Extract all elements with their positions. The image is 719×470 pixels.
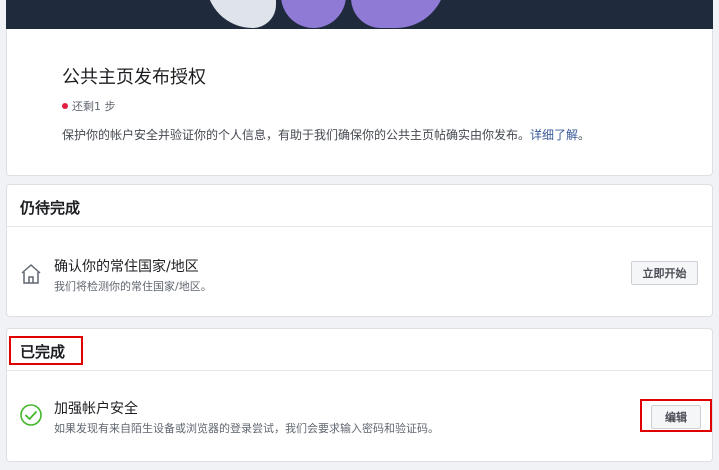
intro-description-period: 。	[578, 128, 591, 142]
highlight-box	[640, 399, 712, 432]
intro-card: 公共主页发布授权 还剩1 步 保护你的帐户安全并验证你的个人信息，有助于我们确保…	[6, 29, 713, 176]
illustration-shape	[206, 0, 276, 28]
page-title: 公共主页发布授权	[62, 67, 206, 88]
check-circle-icon	[20, 404, 42, 426]
pending-header-title: 仍待完成	[20, 199, 81, 217]
learn-more-link[interactable]: 详细了解	[530, 128, 578, 142]
illustration-shape	[281, 0, 346, 28]
pending-header: 仍待完成	[7, 185, 712, 227]
task-title: 确认你的常住国家/地区	[54, 259, 199, 275]
task-subtitle: 如果发现有来自陌生设备或浏览器的登录尝试，我们会要求输入密码和验证码。	[54, 422, 439, 435]
intro-description-text: 保护你的帐户安全并验证你的个人信息，有助于我们确保你的公共主页帖确实由你发布。	[62, 128, 531, 142]
intro-description: 保护你的帐户安全并验证你的个人信息，有助于我们确保你的公共主页帖确实由你发布。详…	[62, 126, 590, 143]
highlight-box	[9, 336, 83, 365]
steps-remaining-label: 还剩1 步	[72, 100, 116, 113]
task-subtitle: 我们将检测你的常住国家/地区。	[54, 280, 212, 293]
pending-section: 仍待完成 确认你的常住国家/地区 我们将检测你的常住国家/地区。 立即开始	[6, 184, 713, 317]
home-icon	[21, 264, 41, 284]
alert-dot-icon	[62, 103, 68, 109]
task-title: 加强帐户安全	[54, 401, 138, 417]
start-now-button[interactable]: 立即开始	[631, 261, 698, 285]
illustration-shape	[351, 0, 446, 28]
completed-section: 已完成 加强帐户安全 如果发现有来自陌生设备或浏览器的登录尝试，我们会要求输入密…	[6, 328, 713, 462]
steps-remaining: 还剩1 步	[62, 98, 116, 114]
completed-header: 已完成	[7, 329, 712, 371]
hero-illustration	[6, 0, 713, 29]
